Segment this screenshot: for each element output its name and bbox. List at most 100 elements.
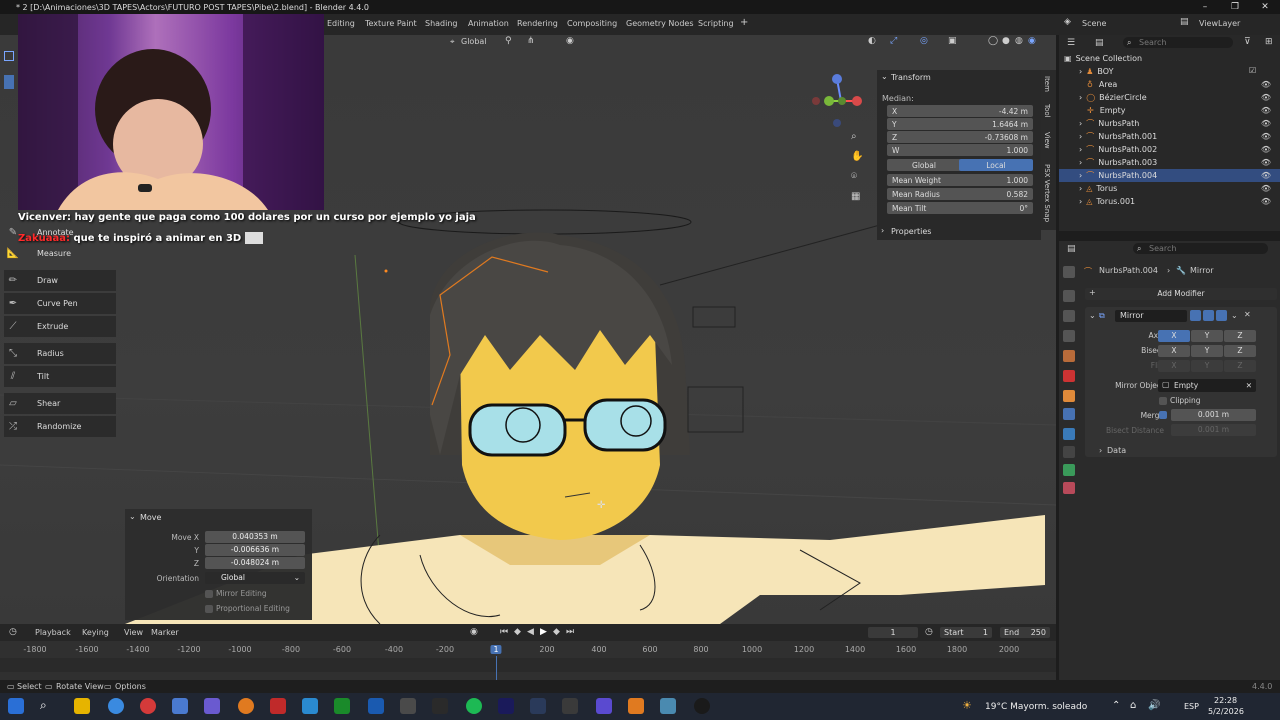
tab-view[interactable]: View <box>1043 132 1051 149</box>
outliner-item-torus-001[interactable]: › ◬ Torus.001 <box>1059 195 1280 208</box>
calculator-icon[interactable] <box>562 698 578 714</box>
local-toggle[interactable]: Local <box>959 159 1033 171</box>
discord-icon[interactable] <box>596 698 612 714</box>
bisect-z-toggle[interactable]: Z <box>1224 345 1256 357</box>
output-tab-icon[interactable] <box>1063 310 1075 322</box>
display-mode-icon[interactable]: ▤ <box>1095 38 1104 48</box>
outliner-item-nurbspath-003[interactable]: › ⌒ NurbsPath.003 <box>1059 156 1280 169</box>
overlays-icon[interactable]: ◎ <box>920 36 928 46</box>
outliner-root[interactable]: ▣ Scene Collection <box>1059 52 1280 65</box>
tab-animation[interactable]: Animation <box>468 19 509 28</box>
chevron-up-icon[interactable]: ⌃ <box>1112 700 1120 711</box>
new-collection-icon[interactable]: ⊞ <box>1265 37 1273 47</box>
global-toggle[interactable]: Global <box>887 159 961 171</box>
wireframe-shading-icon[interactable]: ◯ <box>988 36 998 46</box>
visibility-column[interactable]: 👁 👁 👁 👁 👁 👁 👁 👁 👁 👁 <box>1249 78 1271 208</box>
constraints-tab-icon[interactable] <box>1063 446 1075 458</box>
median-y-field[interactable]: Y 1.6464 m <box>887 118 1033 130</box>
blender-running-icon[interactable] <box>628 698 644 714</box>
bisect-y-toggle[interactable]: Y <box>1191 345 1223 357</box>
outliner-item-nurbspath-001[interactable]: › ⌒ NurbsPath.001 <box>1059 130 1280 143</box>
tool-measure[interactable]: 📐 Measure <box>4 243 116 264</box>
bisect-x-toggle[interactable]: X <box>1158 345 1190 357</box>
material-tab-icon[interactable] <box>1063 482 1075 494</box>
obs-icon[interactable] <box>694 698 710 714</box>
collapse-arrow-icon[interactable]: ⌄ <box>129 512 136 521</box>
blender-launcher-icon[interactable] <box>172 698 188 714</box>
expand-arrow-icon[interactable]: › <box>1099 446 1102 455</box>
tab-psx-vertex-snap[interactable]: PSX Vertex Snap <box>1043 164 1051 222</box>
data-tab-icon[interactable] <box>1063 464 1075 476</box>
start-menu-icon[interactable] <box>8 698 24 714</box>
mirror-object-field[interactable]: Empty ✕ <box>1158 379 1256 392</box>
world-tab-icon[interactable] <box>1063 370 1075 382</box>
grid-view-icon[interactable]: ▦ <box>851 191 860 202</box>
outliner-item-empty[interactable]: ✛ Empty <box>1059 104 1280 117</box>
object-tab-icon[interactable] <box>1063 390 1075 402</box>
tab-item[interactable]: Item <box>1043 76 1051 92</box>
pan-hand-icon[interactable]: ✋ <box>851 151 863 162</box>
stopwatch-icon[interactable]: ◷ <box>925 627 933 637</box>
start-frame-field[interactable]: Start 1 <box>940 627 992 638</box>
outliner-search-input[interactable]: Search <box>1123 37 1233 48</box>
outliner-item-beziercircle[interactable]: › ◯ BézierCircle <box>1059 91 1280 104</box>
solid-shading-icon[interactable]: ● <box>1002 36 1010 46</box>
record-icon[interactable]: ◉ <box>470 627 478 637</box>
play-reverse-icon[interactable]: ◀ <box>527 627 534 637</box>
tab-geometry-nodes[interactable]: Geometry Nodes <box>626 19 693 28</box>
flip-x-toggle[interactable]: X <box>1158 360 1190 372</box>
app-icon[interactable] <box>204 698 220 714</box>
opera-icon[interactable] <box>140 698 156 714</box>
tool-tilt[interactable]: ⫽ Tilt <box>4 366 116 387</box>
play-icon[interactable]: ▶ <box>540 627 547 637</box>
tab-compositing[interactable]: Compositing <box>567 19 617 28</box>
blender-icon[interactable] <box>238 698 254 714</box>
mean-tilt-field[interactable]: Mean Tilt 0° <box>887 202 1033 214</box>
axis-y-toggle[interactable]: Y <box>1191 330 1223 342</box>
properties-header[interactable]: Properties <box>891 227 931 236</box>
end-frame-field[interactable]: End 250 <box>1000 627 1050 638</box>
tool-radius[interactable]: ⤡ Radius <box>4 343 116 364</box>
tool-shear[interactable]: ▱ Shear <box>4 393 116 414</box>
render-toggle-icon[interactable] <box>1216 310 1227 321</box>
outliner-item-nurbspath-004[interactable]: › ⌒ NurbsPath.004 <box>1059 169 1280 182</box>
tab-shading[interactable]: Shading <box>425 19 458 28</box>
current-frame-field[interactable]: 1 <box>868 627 918 638</box>
photos-icon[interactable] <box>302 698 318 714</box>
marker-menu[interactable]: Marker <box>151 628 179 637</box>
physics-tab-icon[interactable] <box>1063 428 1075 440</box>
mean-weight-field[interactable]: Mean Weight 1.000 <box>887 174 1033 186</box>
view-menu[interactable]: View <box>124 628 143 637</box>
filter-icon[interactable]: ⊽ <box>1244 37 1251 47</box>
playback-menu[interactable]: Playback <box>35 628 71 637</box>
outliner-item-boy[interactable]: › ♟ BOY <box>1059 65 1280 78</box>
merge-distance-field[interactable]: 0.001 m <box>1171 409 1256 421</box>
maximize-icon[interactable]: ❐ <box>1220 2 1250 12</box>
playhead[interactable]: 1 <box>490 645 502 654</box>
xray-icon[interactable]: ▣ <box>948 36 957 46</box>
tab-editing[interactable]: Editing <box>327 19 355 28</box>
scene-selector[interactable]: Scene <box>1082 19 1106 28</box>
snap-icon[interactable]: ⋔ <box>527 36 535 46</box>
collapse-arrow-icon[interactable]: ⌄ <box>1089 311 1096 320</box>
clipping-checkbox[interactable] <box>1159 397 1167 405</box>
app-icon[interactable] <box>660 698 676 714</box>
tool-tab-icon[interactable] <box>1063 266 1075 278</box>
move-z-field[interactable]: -0.048024 m <box>205 557 305 569</box>
minimize-icon[interactable]: – <box>1190 2 1220 12</box>
modifier-name-input[interactable]: Mirror <box>1115 310 1187 322</box>
next-keyframe-icon[interactable]: ◆ <box>553 627 560 637</box>
bisect-distance-field[interactable]: 0.001 m <box>1171 424 1256 436</box>
network-icon[interactable]: ⌂ <box>1130 700 1136 711</box>
app-icon[interactable] <box>400 698 416 714</box>
steam-icon[interactable] <box>530 698 546 714</box>
close-icon[interactable]: ✕ <box>1250 2 1280 12</box>
rendered-shading-icon[interactable]: ◉ <box>1028 36 1036 46</box>
properties-search-input[interactable]: Search <box>1133 243 1268 254</box>
viewport-toggle-icon[interactable] <box>1203 310 1214 321</box>
tab-tool[interactable]: Tool <box>1043 104 1051 118</box>
flip-y-toggle[interactable]: Y <box>1191 360 1223 372</box>
app-icon[interactable] <box>432 698 448 714</box>
tool-curve-pen[interactable]: ✒ Curve Pen <box>4 293 116 314</box>
data-subpanel-header[interactable]: Data <box>1107 446 1126 455</box>
